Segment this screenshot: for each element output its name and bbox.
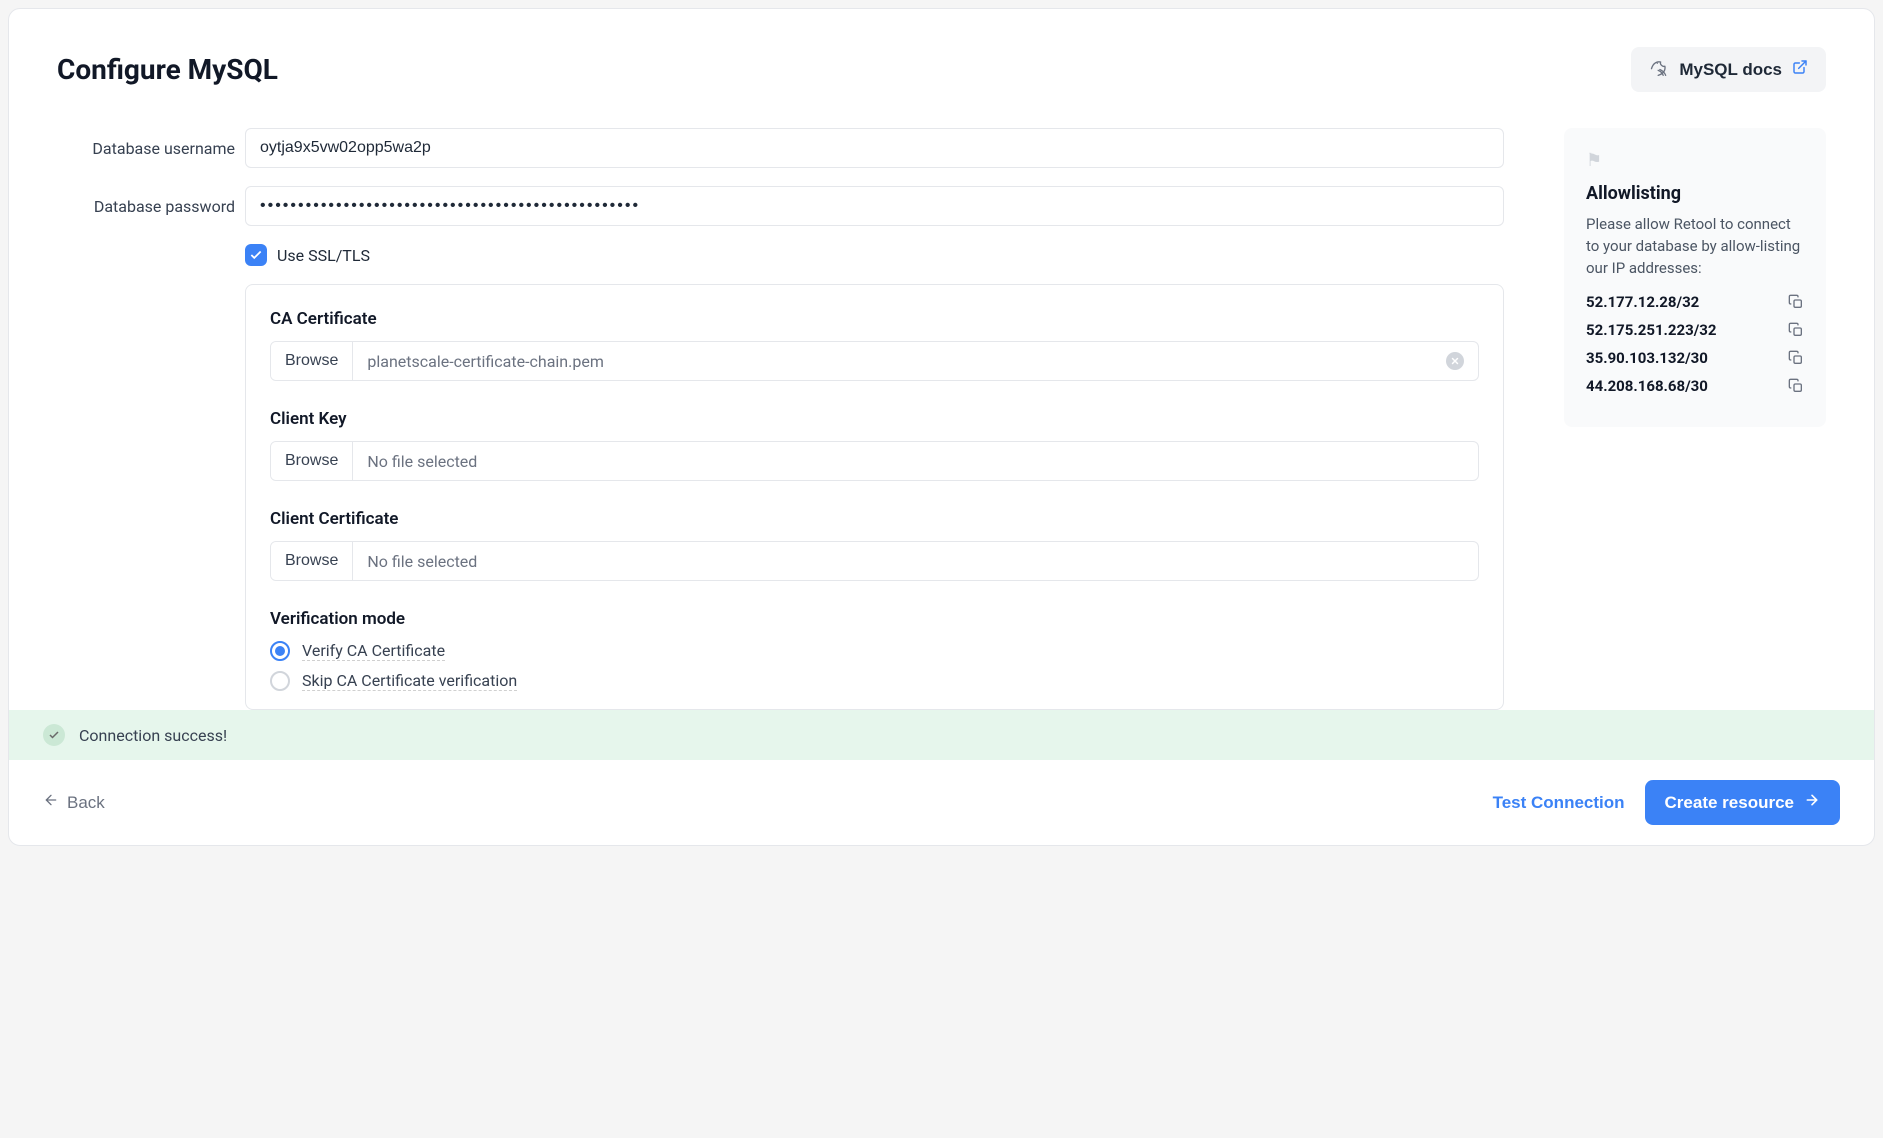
- radio-skip-ca[interactable]: [270, 671, 290, 691]
- client-cert-file-input: Browse No file selected: [270, 541, 1479, 581]
- back-button-label: Back: [67, 793, 105, 813]
- password-input[interactable]: [245, 186, 1504, 226]
- flag-icon: ⚑: [1586, 150, 1804, 171]
- client-key-label: Client Key: [270, 409, 1479, 429]
- ip-row: 44.208.168.68/30: [1586, 377, 1804, 395]
- copy-icon[interactable]: [1788, 350, 1804, 366]
- client-key-file-name: No file selected: [367, 452, 477, 471]
- docs-button-label: MySQL docs: [1679, 60, 1782, 80]
- ssl-checkbox[interactable]: [245, 244, 267, 266]
- ca-file-name: planetscale-certificate-chain.pem: [367, 352, 603, 371]
- ca-browse-button[interactable]: Browse: [271, 342, 353, 380]
- ip-address: 52.175.251.223/32: [1586, 321, 1717, 339]
- password-label: Database password: [57, 197, 245, 216]
- allowlist-title: Allowlisting: [1586, 183, 1804, 204]
- test-connection-button[interactable]: Test Connection: [1493, 793, 1625, 813]
- client-cert-file-name: No file selected: [367, 552, 477, 571]
- client-cert-browse-button[interactable]: Browse: [271, 542, 353, 580]
- ip-row: 35.90.103.132/30: [1586, 349, 1804, 367]
- ip-row: 52.175.251.223/32: [1586, 321, 1804, 339]
- radio-verify-ca-label: Verify CA Certificate: [302, 641, 445, 661]
- client-cert-label: Client Certificate: [270, 509, 1479, 529]
- copy-icon[interactable]: [1788, 378, 1804, 394]
- clear-ca-file-icon[interactable]: [1446, 352, 1464, 370]
- mysql-docs-button[interactable]: MySQL docs: [1631, 47, 1826, 92]
- ssl-panel: CA Certificate Browse planetscale-certif…: [245, 284, 1504, 710]
- ca-cert-file-input: Browse planetscale-certificate-chain.pem: [270, 341, 1479, 381]
- success-text: Connection success!: [79, 726, 227, 745]
- allowlist-description: Please allow Retool to connect to your d…: [1586, 214, 1804, 279]
- username-input[interactable]: [245, 128, 1504, 168]
- copy-icon[interactable]: [1788, 322, 1804, 338]
- success-banner: Connection success!: [9, 710, 1874, 760]
- ssl-checkbox-label: Use SSL/TLS: [277, 246, 370, 265]
- external-link-icon: [1792, 59, 1808, 80]
- page-title: Configure MySQL: [57, 53, 278, 86]
- username-label: Database username: [57, 139, 245, 158]
- arrow-left-icon: [43, 792, 59, 813]
- allowlist-card: ⚑ Allowlisting Please allow Retool to co…: [1564, 128, 1826, 427]
- client-key-file-input: Browse No file selected: [270, 441, 1479, 481]
- radio-verify-ca[interactable]: [270, 641, 290, 661]
- create-resource-label: Create resource: [1665, 793, 1794, 813]
- success-check-icon: [43, 724, 65, 746]
- verification-mode-label: Verification mode: [270, 609, 1479, 629]
- mysql-icon: [1649, 57, 1669, 82]
- ip-address: 44.208.168.68/30: [1586, 377, 1708, 395]
- arrow-right-icon: [1804, 792, 1820, 813]
- radio-skip-ca-label: Skip CA Certificate verification: [302, 671, 517, 691]
- ip-address: 52.177.12.28/32: [1586, 293, 1699, 311]
- back-button[interactable]: Back: [43, 792, 105, 813]
- copy-icon[interactable]: [1788, 294, 1804, 310]
- ip-address: 35.90.103.132/30: [1586, 349, 1708, 367]
- client-key-browse-button[interactable]: Browse: [271, 442, 353, 480]
- ip-row: 52.177.12.28/32: [1586, 293, 1804, 311]
- create-resource-button[interactable]: Create resource: [1645, 780, 1840, 825]
- ca-cert-label: CA Certificate: [270, 309, 1479, 329]
